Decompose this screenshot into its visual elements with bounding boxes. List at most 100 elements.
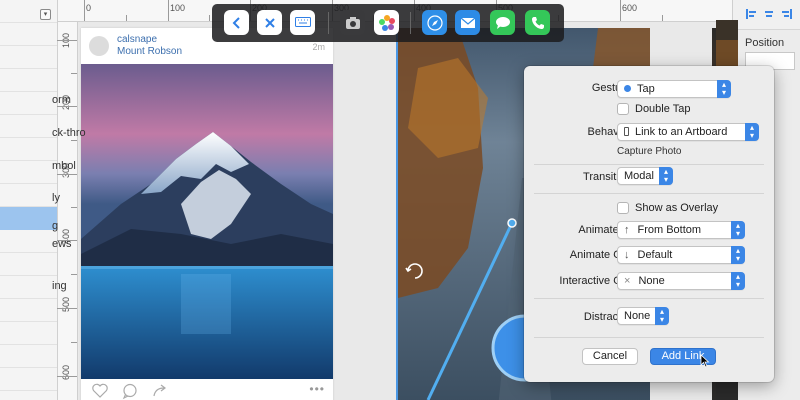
animate-in-select[interactable]: ↑ From Bottom ▴ ▾ <box>617 221 745 239</box>
feed-artboard[interactable]: calsnape Mount Robson 2m ••• <box>81 28 333 400</box>
animate-out-select[interactable]: ↓ Default ▴ ▾ <box>617 246 745 264</box>
layer-row[interactable] <box>0 322 57 345</box>
select-arrow-icon: ▴ ▾ <box>731 246 745 264</box>
layer-row[interactable] <box>0 253 57 276</box>
inspector-symbol-label: mbol <box>52 160 76 172</box>
select-arrow-icon: ▴ ▾ <box>717 80 731 98</box>
ruler-tick <box>71 342 77 343</box>
double-tap-checkbox[interactable]: Double Tap <box>617 103 690 115</box>
checkbox-box[interactable] <box>617 202 629 214</box>
interactive-out-value: None <box>638 275 665 287</box>
behavior-target-label: Capture Photo <box>617 146 682 157</box>
show-as-overlay-label: Show as Overlay <box>635 202 719 214</box>
cancel-icon[interactable] <box>257 10 282 35</box>
layer-list[interactable]: ▾ <box>0 0 58 400</box>
layer-row[interactable] <box>0 23 57 46</box>
ruler-tick <box>126 15 127 21</box>
distractor-value: None <box>624 310 651 322</box>
ruler-tick <box>71 207 77 208</box>
layer-row[interactable] <box>0 92 57 115</box>
select-arrow-icon: ▴ ▾ <box>745 123 759 141</box>
select-arrow-icon: ▴ ▾ <box>655 307 669 325</box>
ruler-label: 600 <box>622 3 638 13</box>
ruler-label: 500 <box>61 296 71 312</box>
ruler-tick <box>71 140 77 141</box>
layer-row-selected[interactable] <box>0 207 57 230</box>
comment-icon[interactable] <box>121 382 139 400</box>
ruler-tick <box>620 0 621 21</box>
inspector-ing-label: ing <box>52 280 67 292</box>
select-arrow-icon: ▴ ▾ <box>731 221 745 239</box>
ruler-tick <box>168 0 169 21</box>
post-username: calsnape <box>117 34 158 45</box>
photos-icon[interactable] <box>374 10 399 35</box>
ruler-tick <box>662 15 663 21</box>
align-center-icon[interactable] <box>763 9 775 19</box>
mouse-cursor-icon <box>700 354 710 368</box>
checkbox-box[interactable] <box>617 103 629 115</box>
distractor-select[interactable]: None ▴ ▾ <box>617 307 669 325</box>
ruler-tick <box>57 40 77 41</box>
rotate-icon[interactable] <box>404 260 426 282</box>
cancel-button[interactable]: Cancel <box>582 348 638 365</box>
collapse-icon[interactable]: ▾ <box>40 9 51 20</box>
ruler-label: 600 <box>61 364 71 380</box>
messages-icon[interactable] <box>490 10 515 35</box>
transition-select[interactable]: Modal ▴ ▾ <box>617 167 673 185</box>
more-options-icon[interactable]: ••• <box>309 382 325 396</box>
behavior-value: Link to an Artboard <box>635 126 728 138</box>
select-arrow-icon: ▴ ▾ <box>659 167 673 185</box>
ruler-label: 0 <box>86 3 92 13</box>
layer-row[interactable] <box>0 69 57 92</box>
keyboard-icon[interactable] <box>290 10 315 35</box>
dock-separator <box>328 12 329 34</box>
app-dock <box>212 4 564 42</box>
ruler-tick <box>57 376 77 377</box>
vertical-ruler: 100 200 300 400 500 600 <box>57 22 78 400</box>
layer-row[interactable] <box>0 115 57 138</box>
layer-row[interactable] <box>0 276 57 299</box>
layer-row[interactable] <box>0 368 57 391</box>
heart-icon[interactable] <box>91 382 109 400</box>
avatar <box>89 36 109 56</box>
safari-icon[interactable] <box>422 10 447 35</box>
gesture-value: Tap <box>637 83 655 95</box>
mountain-lake-photo <box>81 64 333 379</box>
layer-row[interactable] <box>0 46 57 69</box>
share-icon[interactable] <box>151 382 169 400</box>
align-left-icon[interactable] <box>745 9 757 19</box>
camera-icon[interactable] <box>340 10 365 35</box>
layer-row[interactable] <box>0 184 57 207</box>
arrow-up-icon: ↑ <box>624 224 630 236</box>
tap-icon <box>624 85 631 92</box>
post-time: 2m <box>312 42 325 52</box>
phone-icon[interactable] <box>525 10 550 35</box>
behavior-select[interactable]: Link to an Artboard ▴ ▾ <box>617 123 759 141</box>
layer-row[interactable] <box>0 138 57 161</box>
gesture-select[interactable]: Tap ▴ ▾ <box>617 80 731 98</box>
prototype-link-popover: Gesture: Tap ▴ ▾ Double Tap Behavior: Lin… <box>524 66 774 382</box>
position-label: Position <box>745 37 785 49</box>
animate-out-value: Default <box>637 249 673 261</box>
separator <box>534 164 764 165</box>
align-right-icon[interactable] <box>781 9 793 19</box>
layer-row[interactable] <box>0 230 57 253</box>
mail-icon[interactable] <box>455 10 480 35</box>
ruler-tick <box>84 0 85 21</box>
show-as-overlay-checkbox[interactable]: Show as Overlay <box>617 202 718 214</box>
separator <box>534 298 764 299</box>
select-arrow-icon: ▴ ▾ <box>731 272 745 290</box>
post-location: Mount Robson <box>117 46 183 57</box>
back-icon[interactable] <box>224 10 249 35</box>
ruler-tick <box>57 174 77 175</box>
ruler-tick <box>71 73 77 74</box>
layer-row[interactable] <box>0 161 57 184</box>
inspector-views-label: ews <box>52 238 72 250</box>
arrow-down-icon: ↓ <box>624 249 630 261</box>
dock-separator <box>410 12 411 34</box>
inspector-g-label: g <box>52 220 59 232</box>
layer-row[interactable] <box>0 345 57 368</box>
transition-value: Modal <box>624 170 654 182</box>
interactive-out-select[interactable]: × None ▴ ▾ <box>617 272 745 290</box>
layer-row[interactable] <box>0 299 57 322</box>
